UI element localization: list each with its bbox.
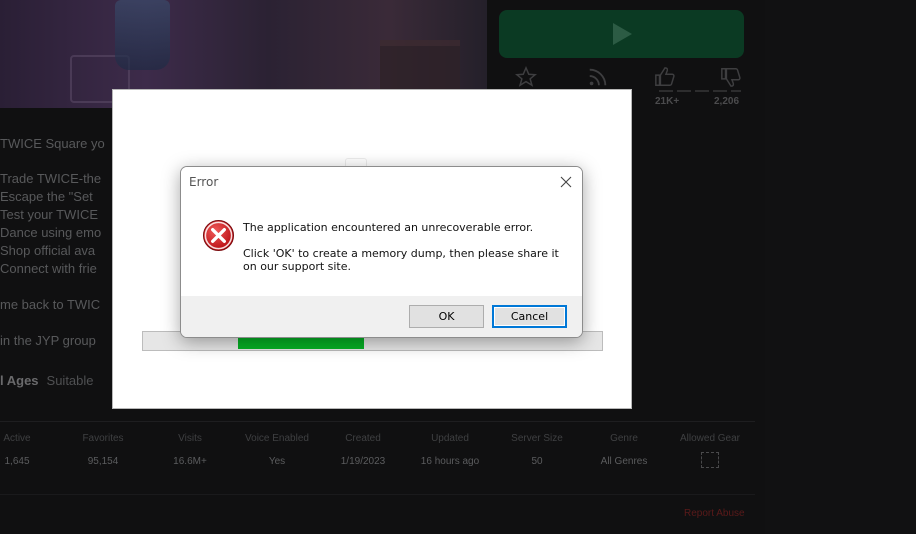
divider — [0, 494, 755, 495]
description-line: Escape the "Set — [0, 189, 93, 204]
gear-placeholder-icon — [701, 452, 719, 468]
cancel-button[interactable]: Cancel — [492, 305, 567, 328]
stat-genre: Genre All Genres — [601, 433, 648, 467]
stat-value: 95,154 — [87, 456, 119, 467]
stat-value: 1/19/2023 — [340, 456, 386, 467]
vote-ratio-bar — [659, 90, 741, 92]
play-icon — [612, 23, 632, 45]
stat-label: Server Size — [511, 433, 563, 444]
error-dialog: Error The application encountered an unr… — [180, 166, 583, 338]
dialog-message-line2: Click 'OK' to create a memory dump, then… — [243, 247, 559, 273]
game-stats: Active 1,645 Favorites 95,154 Visits 16.… — [0, 433, 760, 483]
ok-button[interactable]: OK — [409, 305, 484, 328]
stat-value: 1,645 — [4, 456, 30, 467]
thumbs-down-icon[interactable] — [720, 66, 742, 88]
stat-active: Active 1,645 — [3, 433, 30, 467]
thumbnail-avatar-shape — [115, 0, 170, 70]
stat-label: Voice Enabled — [245, 433, 309, 444]
stat-label: Active — [3, 433, 31, 444]
stat-value: 16.6M+ — [173, 456, 207, 467]
upvote-count: 21K+ — [655, 96, 680, 107]
divider — [0, 421, 755, 422]
stat-label: Favorites — [82, 433, 124, 444]
age-rating: l Ages Suitable — [0, 373, 94, 388]
stat-allowed-gear: Allowed Gear — [680, 433, 740, 468]
dialog-message: The application encountered an unrecover… — [243, 221, 563, 273]
stat-value: 50 — [531, 456, 543, 467]
description-line: Test your TWICE — [0, 207, 99, 222]
stat-label: Updated — [431, 433, 469, 444]
star-icon[interactable] — [515, 66, 537, 88]
stat-favorites: Favorites 95,154 — [82, 433, 123, 467]
age-rating-label: l Ages — [0, 373, 39, 388]
description-line: me back to TWIC — [0, 297, 101, 312]
dialog-titlebar[interactable]: Error — [181, 167, 582, 197]
close-button[interactable] — [550, 167, 582, 197]
thumbnail-stall-shape — [380, 40, 460, 90]
dialog-body: The application encountered an unrecover… — [181, 197, 582, 297]
stat-updated: Updated 16 hours ago — [421, 433, 479, 467]
page-gutter — [765, 0, 916, 534]
play-button[interactable] — [499, 10, 744, 58]
description-line: Connect with frie — [0, 261, 97, 276]
thumbs-up-icon[interactable] — [654, 66, 676, 88]
stat-voice-enabled: Voice Enabled Yes — [245, 433, 309, 467]
error-x-icon — [202, 219, 235, 252]
stat-label: Visits — [178, 433, 202, 444]
stat-value: 16 hours ago — [420, 456, 480, 467]
close-icon — [560, 176, 572, 188]
stat-value: Yes — [268, 456, 286, 467]
stat-label: Allowed Gear — [679, 433, 741, 444]
stat-created: Created 1/19/2023 — [341, 433, 386, 467]
stat-label: Genre — [610, 433, 638, 444]
dialog-title: Error — [189, 175, 219, 189]
downvote-count: 2,206 — [714, 96, 740, 107]
stat-visits: Visits 16.6M+ — [173, 433, 207, 467]
description-line: Shop official ava — [0, 243, 96, 258]
stat-label: Created — [345, 433, 381, 444]
stat-server-size: Server Size 50 — [511, 433, 563, 467]
description-line: Dance using emo — [0, 225, 102, 240]
dialog-footer: OK Cancel — [181, 296, 582, 337]
description-line: Trade TWICE-the — [0, 171, 102, 186]
age-rating-suitable[interactable]: Suitable — [47, 373, 94, 388]
dialog-message-line1: The application encountered an unrecover… — [243, 221, 534, 234]
report-abuse-link[interactable]: Report Abuse — [684, 508, 745, 519]
description-line: in the JYP group — [0, 333, 96, 348]
follow-feed-icon[interactable] — [587, 66, 609, 88]
description-line: TWICE Square yo — [0, 136, 105, 151]
stat-value: All Genres — [600, 456, 648, 467]
